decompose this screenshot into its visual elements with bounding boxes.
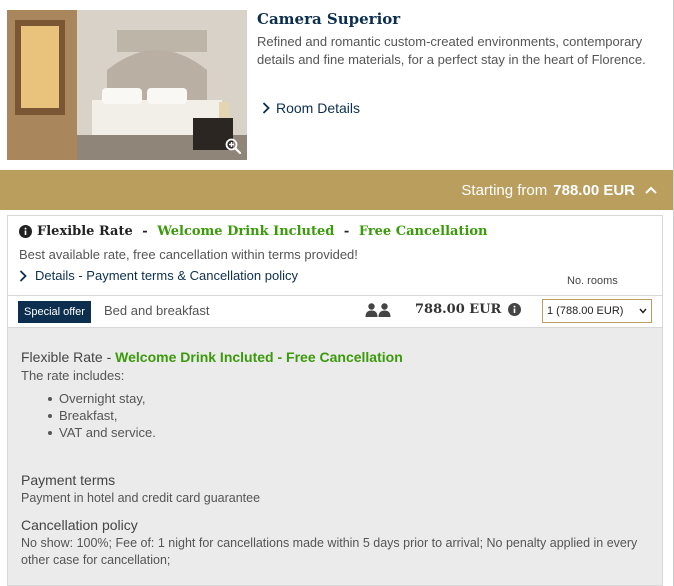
rooms-select-value: 1 (788.00 EUR) — [547, 305, 624, 317]
price-info-icon[interactable] — [508, 303, 522, 316]
chevron-up-icon — [645, 186, 657, 194]
rooms-count-label: No. rooms — [567, 275, 618, 287]
room-description: Refined and romantic custom-created envi… — [257, 34, 646, 67]
rate-info-panel: Flexible Rate - Welcome Drink Incluted -… — [8, 327, 662, 585]
rate-title-separator-2: - — [339, 224, 354, 239]
rate-title-separator: - — [137, 224, 153, 239]
room-title: Camera Superior — [257, 10, 401, 28]
rate-block: Flexible Rate - Welcome Drink Incluted -… — [7, 215, 663, 586]
room-details-link[interactable]: Room Details — [262, 100, 360, 116]
chevron-down-icon — [639, 308, 647, 314]
info-icon[interactable] — [19, 225, 32, 238]
cancellation-policy-text: No show: 100%; Fee of: 1 night for cance… — [21, 536, 638, 567]
starting-price-amount: 788.00 EUR — [553, 181, 635, 199]
special-offer-badge: Special offer — [18, 301, 91, 323]
rate-price-amount: 788.00 EUR — [415, 302, 502, 317]
list-item: Breakfast, — [48, 407, 156, 424]
rate-info-title: Flexible Rate - Welcome Drink Incluted -… — [21, 349, 403, 365]
room-details-label: Room Details — [276, 100, 361, 116]
payment-terms-title: Payment terms — [21, 472, 116, 488]
zoom-icon[interactable] — [225, 138, 241, 154]
rate-offer-row: Special offer Bed and breakfast 788.00 E… — [8, 295, 662, 327]
room-card: Camera Superior Refined and romantic cus… — [0, 0, 674, 586]
includes-label: The rate includes: — [21, 368, 125, 383]
list-item: Overnight stay, — [48, 390, 156, 407]
rate-price: 788.00 EUR — [415, 302, 522, 317]
room-photo[interactable] — [7, 10, 247, 160]
rate-info-highlight: Welcome Drink Incluted - Free Cancellati… — [115, 349, 403, 365]
starting-price-bar[interactable]: Starting from 788.00 EUR — [0, 170, 673, 210]
chevron-right-icon — [19, 269, 27, 282]
payment-terms-text: Payment in hotel and credit card guarant… — [21, 491, 261, 505]
starting-price-prefix: Starting from — [461, 181, 548, 199]
rate-details-label: Details - Payment terms & Cancellation p… — [35, 268, 298, 283]
rooms-select[interactable]: 1 (788.00 EUR) — [542, 299, 652, 323]
includes-list: Overnight stay, Breakfast, VAT and servi… — [48, 390, 156, 441]
rate-highlight-cancellation: Free Cancellation — [358, 224, 488, 239]
rate-title: Flexible Rate - Welcome Drink Incluted -… — [19, 224, 488, 239]
rate-subtitle: Best available rate, free cancellation w… — [19, 247, 358, 262]
rate-highlight-drink: Welcome Drink Incluted — [157, 224, 335, 239]
rate-info-separator: - — [102, 349, 116, 365]
two-guests-icon — [365, 303, 391, 317]
rate-info-name: Flexible Rate — [21, 349, 103, 365]
board-type: Bed and breakfast — [104, 303, 210, 318]
room-photo-image — [7, 10, 247, 160]
cancellation-policy-title: Cancellation policy — [21, 517, 138, 533]
list-item: VAT and service. — [48, 424, 156, 441]
chevron-right-icon — [262, 102, 270, 114]
rate-name: Flexible Rate — [37, 224, 133, 239]
rate-details-link[interactable]: Details - Payment terms & Cancellation p… — [19, 268, 298, 283]
